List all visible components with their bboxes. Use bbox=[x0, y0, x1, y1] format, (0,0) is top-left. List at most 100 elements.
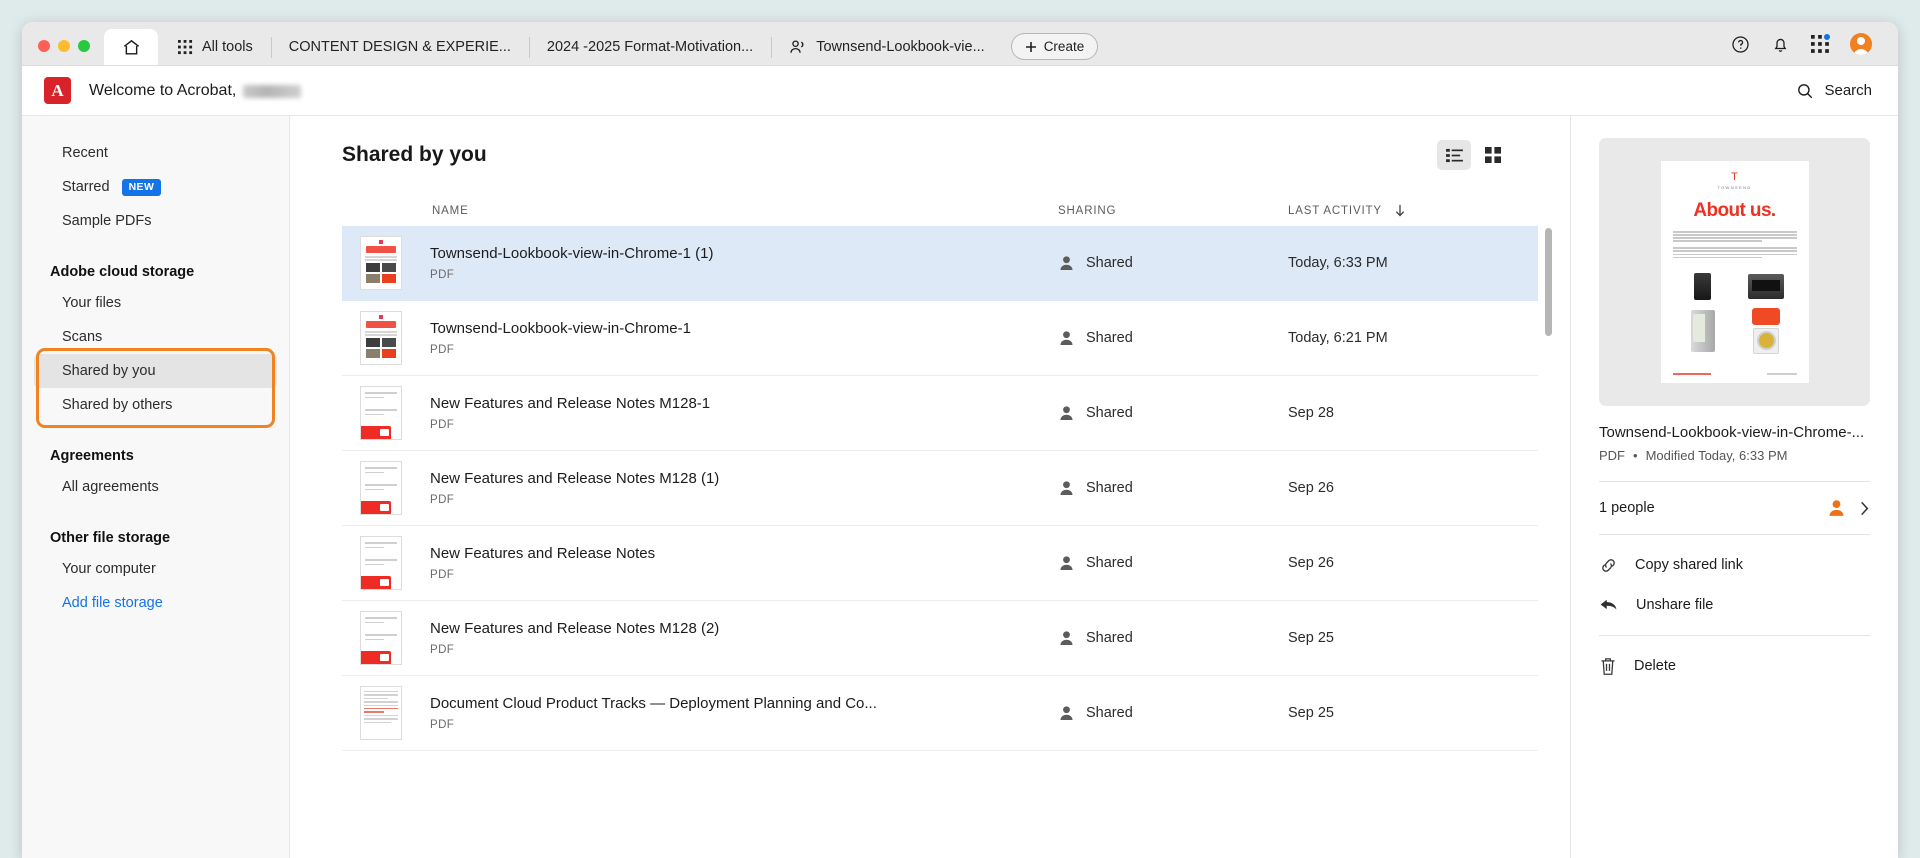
minimize-window-button[interactable] bbox=[58, 40, 70, 52]
grid-view-button[interactable] bbox=[1476, 140, 1510, 170]
washer-image bbox=[1753, 328, 1779, 354]
sidebar-item-add-file-storage[interactable]: Add file storage bbox=[34, 586, 277, 620]
apps-grid-icon bbox=[178, 40, 193, 55]
tab-home[interactable] bbox=[104, 29, 158, 65]
file-thumbnail-notes bbox=[360, 461, 402, 515]
close-window-button[interactable] bbox=[38, 40, 50, 52]
search-button[interactable]: Search bbox=[1796, 82, 1872, 100]
last-activity: Today, 6:21 PM bbox=[1288, 330, 1538, 346]
column-header-sharing[interactable]: SHARING bbox=[1058, 205, 1288, 217]
last-activity: Sep 25 bbox=[1288, 630, 1538, 646]
delete-action[interactable]: Delete bbox=[1599, 646, 1870, 686]
table-row[interactable]: New Features and Release Notes M128-1 PD… bbox=[342, 376, 1538, 451]
sidebar-item-starred-label: Starred bbox=[62, 179, 110, 195]
home-icon bbox=[122, 38, 141, 57]
create-button[interactable]: Create bbox=[1011, 33, 1099, 60]
acrobat-logo: A bbox=[44, 77, 71, 104]
sidebar-item-shared-by-you-label: Shared by you bbox=[62, 363, 156, 379]
maximize-window-button[interactable] bbox=[78, 40, 90, 52]
table-row[interactable]: New Features and Release Notes PDF Share… bbox=[342, 526, 1538, 601]
column-header-name[interactable]: NAME bbox=[342, 205, 1058, 217]
sidebar-item-sample-pdfs[interactable]: Sample PDFs bbox=[34, 204, 277, 238]
tabbar-right-actions bbox=[1731, 33, 1898, 65]
sidebar-item-shared-by-others[interactable]: Shared by others bbox=[34, 388, 277, 422]
table-row[interactable]: Document Cloud Product Tracks — Deployme… bbox=[342, 676, 1538, 751]
user-avatar-icon[interactable] bbox=[1850, 33, 1872, 55]
sidebar-group-other-file-storage: Other file storage bbox=[22, 530, 289, 546]
welcome-text: Welcome to Acrobat, bbox=[89, 82, 236, 100]
main-content: Shared by you bbox=[290, 116, 1570, 858]
sidebar-item-starred[interactable]: Starred NEW bbox=[34, 170, 277, 204]
chevron-right-icon[interactable] bbox=[1859, 501, 1870, 516]
file-name: New Features and Release Notes M128 (2) bbox=[430, 620, 719, 637]
unshare-file-action[interactable]: Unshare file bbox=[1599, 585, 1870, 625]
file-type: PDF bbox=[430, 494, 719, 506]
person-icon bbox=[1058, 480, 1075, 496]
copy-shared-link-action[interactable]: Copy shared link bbox=[1599, 545, 1870, 585]
app-header: A Welcome to Acrobat, Search bbox=[22, 66, 1898, 116]
table-row[interactable]: Townsend-Lookbook-view-in-Chrome-1 PDF S… bbox=[342, 301, 1538, 376]
file-thumbnail-notes bbox=[360, 536, 402, 590]
help-circle-icon[interactable] bbox=[1731, 35, 1750, 54]
person-icon bbox=[1058, 330, 1075, 346]
file-type: PDF bbox=[430, 569, 655, 581]
table-scrollbar[interactable] bbox=[1545, 228, 1552, 858]
list-view-button[interactable] bbox=[1437, 140, 1471, 170]
view-toggle-group bbox=[1437, 140, 1510, 170]
panel-divider bbox=[1599, 635, 1870, 636]
create-button-label: Create bbox=[1044, 39, 1085, 54]
file-type: PDF bbox=[430, 644, 719, 656]
sidebar-item-scans[interactable]: Scans bbox=[34, 320, 277, 354]
pdf-comment-badge bbox=[361, 426, 391, 439]
sidebar-item-all-agreements[interactable]: All agreements bbox=[34, 470, 277, 504]
scrollbar-thumb[interactable] bbox=[1545, 228, 1552, 336]
sharing-status: Shared bbox=[1086, 330, 1133, 346]
pdf-comment-badge bbox=[361, 651, 391, 664]
sidebar-group-adobe-cloud-storage: Adobe cloud storage bbox=[22, 264, 289, 280]
column-header-last-activity[interactable]: LAST ACTIVITY bbox=[1288, 204, 1538, 217]
sidebar-item-your-files[interactable]: Your files bbox=[34, 286, 277, 320]
table-row[interactable]: New Features and Release Notes M128 (1) … bbox=[342, 451, 1538, 526]
detail-file-meta: PDF • Modified Today, 6:33 PM bbox=[1599, 448, 1870, 463]
desktop-background: All tools CONTENT DESIGN & EXPERIE... 20… bbox=[0, 0, 1920, 858]
file-name: New Features and Release Notes bbox=[430, 545, 655, 562]
table-row[interactable]: Townsend-Lookbook-view-in-Chrome-1 (1) P… bbox=[342, 226, 1538, 301]
tab-all-tools[interactable]: All tools bbox=[160, 29, 271, 65]
file-name: Townsend-Lookbook-view-in-Chrome-1 bbox=[430, 320, 691, 337]
user-name-redacted bbox=[243, 85, 301, 98]
sharing-status: Shared bbox=[1086, 405, 1133, 421]
bell-icon[interactable] bbox=[1771, 35, 1790, 54]
sidebar-item-your-computer[interactable]: Your computer bbox=[34, 552, 277, 586]
sidebar-item-scans-label: Scans bbox=[62, 329, 102, 345]
tab-townsend-lookbook[interactable]: Townsend-Lookbook-vie... bbox=[771, 29, 1002, 65]
starred-new-badge: NEW bbox=[122, 179, 162, 196]
oven-image bbox=[1748, 274, 1784, 299]
tab-all-tools-label: All tools bbox=[202, 39, 253, 55]
preview-footer bbox=[1673, 373, 1797, 375]
sidebar-item-recent[interactable]: Recent bbox=[34, 136, 277, 170]
person-icon bbox=[1058, 405, 1075, 421]
detail-modified: Modified Today, 6:33 PM bbox=[1646, 448, 1788, 463]
trash-icon bbox=[1599, 657, 1617, 676]
tab-content-design[interactable]: CONTENT DESIGN & EXPERIE... bbox=[271, 29, 529, 65]
tab-format-motivation[interactable]: 2024 -2025 Format-Motivation... bbox=[529, 29, 771, 65]
detail-file-name: Townsend-Lookbook-view-in-Chrome-... bbox=[1599, 424, 1870, 441]
sidebar-item-add-file-storage-label: Add file storage bbox=[62, 595, 163, 611]
file-thumbnail-lookbook bbox=[360, 236, 402, 290]
people-row[interactable]: 1 people bbox=[1599, 482, 1870, 534]
person-icon bbox=[1058, 255, 1075, 271]
shared-people-icon bbox=[789, 39, 807, 55]
table-row[interactable]: New Features and Release Notes M128 (2) … bbox=[342, 601, 1538, 676]
preview-page: T TOWNSEND About us. bbox=[1661, 161, 1809, 383]
sidebar: Recent Starred NEW Sample PDFs Adobe clo… bbox=[22, 116, 290, 858]
file-thumbnail-lookbook bbox=[360, 311, 402, 365]
search-icon bbox=[1796, 82, 1814, 100]
column-header-last-activity-label: LAST ACTIVITY bbox=[1288, 205, 1382, 217]
file-preview[interactable]: T TOWNSEND About us. bbox=[1599, 138, 1870, 406]
sidebar-item-shared-by-you[interactable]: Shared by you bbox=[34, 354, 277, 388]
table-body[interactable]: Townsend-Lookbook-view-in-Chrome-1 (1) P… bbox=[342, 226, 1538, 858]
sidebar-item-recent-label: Recent bbox=[62, 145, 108, 161]
undo-arrow-icon bbox=[1599, 596, 1619, 614]
app-switcher-icon[interactable] bbox=[1811, 35, 1829, 53]
main-header: Shared by you bbox=[290, 116, 1570, 170]
